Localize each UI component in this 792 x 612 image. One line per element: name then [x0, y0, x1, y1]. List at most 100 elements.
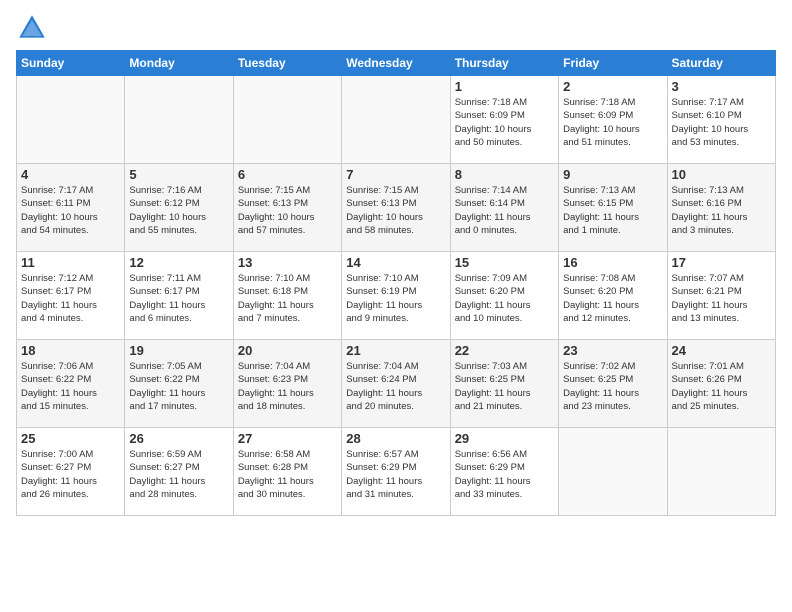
calendar-cell: 19 Sunrise: 7:05 AM Sunset: 6:22 PM Dayli… — [125, 340, 233, 428]
day-number: 25 — [21, 431, 120, 446]
day-info: Sunrise: 7:06 AM Sunset: 6:22 PM Dayligh… — [21, 360, 120, 413]
day-info: Sunrise: 7:09 AM Sunset: 6:20 PM Dayligh… — [455, 272, 554, 325]
day-number: 19 — [129, 343, 228, 358]
day-number: 15 — [455, 255, 554, 270]
calendar-header-sunday: Sunday — [17, 51, 125, 76]
calendar-header-thursday: Thursday — [450, 51, 558, 76]
day-number: 17 — [672, 255, 771, 270]
calendar-cell: 16 Sunrise: 7:08 AM Sunset: 6:20 PM Dayli… — [559, 252, 667, 340]
day-info: Sunrise: 7:00 AM Sunset: 6:27 PM Dayligh… — [21, 448, 120, 501]
calendar-cell: 4Sunrise: 7:17 AM Sunset: 6:11 PM Daylig… — [17, 164, 125, 252]
day-number: 22 — [455, 343, 554, 358]
day-number: 14 — [346, 255, 445, 270]
calendar-cell: 14Sunrise: 7:10 AM Sunset: 6:19 PM Dayli… — [342, 252, 450, 340]
day-info: Sunrise: 7:18 AM Sunset: 6:09 PM Dayligh… — [563, 96, 662, 149]
day-number: 5 — [129, 167, 228, 182]
day-number: 20 — [238, 343, 337, 358]
calendar-cell: 10 Sunrise: 7:13 AM Sunset: 6:16 PM Dayli… — [667, 164, 775, 252]
calendar-cell: 12 Sunrise: 7:11 AM Sunset: 6:17 PM Dayli… — [125, 252, 233, 340]
calendar-cell: 8 Sunrise: 7:14 AM Sunset: 6:14 PM Daylig… — [450, 164, 558, 252]
calendar-cell — [342, 76, 450, 164]
day-info: Sunrise: 7:12 AM Sunset: 6:17 PM Dayligh… — [21, 272, 120, 325]
day-number: 28 — [346, 431, 445, 446]
logo-icon — [16, 12, 48, 44]
day-info: Sunrise: 6:58 AM Sunset: 6:28 PM Dayligh… — [238, 448, 337, 501]
day-info: Sunrise: 7:15 AM Sunset: 6:13 PM Dayligh… — [346, 184, 445, 237]
calendar-cell: 25 Sunrise: 7:00 AM Sunset: 6:27 PM Dayli… — [17, 428, 125, 516]
day-number: 10 — [672, 167, 771, 182]
day-info: Sunrise: 7:13 AM Sunset: 6:15 PM Dayligh… — [563, 184, 662, 237]
day-number: 16 — [563, 255, 662, 270]
calendar-cell — [559, 428, 667, 516]
day-info: Sunrise: 7:13 AM Sunset: 6:16 PM Dayligh… — [672, 184, 771, 237]
calendar-cell: 2 Sunrise: 7:18 AM Sunset: 6:09 PM Daylig… — [559, 76, 667, 164]
day-number: 26 — [129, 431, 228, 446]
calendar-cell: 27Sunrise: 6:58 AM Sunset: 6:28 PM Dayli… — [233, 428, 341, 516]
calendar-header-friday: Friday — [559, 51, 667, 76]
day-info: Sunrise: 7:17 AM Sunset: 6:11 PM Dayligh… — [21, 184, 120, 237]
calendar-cell: 22 Sunrise: 7:03 AM Sunset: 6:25 PM Dayli… — [450, 340, 558, 428]
calendar-header-wednesday: Wednesday — [342, 51, 450, 76]
calendar-header-monday: Monday — [125, 51, 233, 76]
day-info: Sunrise: 7:14 AM Sunset: 6:14 PM Dayligh… — [455, 184, 554, 237]
day-number: 3 — [672, 79, 771, 94]
day-number: 21 — [346, 343, 445, 358]
day-info: Sunrise: 7:15 AM Sunset: 6:13 PM Dayligh… — [238, 184, 337, 237]
calendar-cell: 26 Sunrise: 6:59 AM Sunset: 6:27 PM Dayli… — [125, 428, 233, 516]
day-info: Sunrise: 7:16 AM Sunset: 6:12 PM Dayligh… — [129, 184, 228, 237]
calendar-week-3: 11 Sunrise: 7:12 AM Sunset: 6:17 PM Dayli… — [17, 252, 776, 340]
calendar-cell: 23 Sunrise: 7:02 AM Sunset: 6:25 PM Dayli… — [559, 340, 667, 428]
calendar-cell: 1Sunrise: 7:18 AM Sunset: 6:09 PM Daylig… — [450, 76, 558, 164]
day-info: Sunrise: 7:01 AM Sunset: 6:26 PM Dayligh… — [672, 360, 771, 413]
calendar: SundayMondayTuesdayWednesdayThursdayFrid… — [16, 50, 776, 516]
day-number: 23 — [563, 343, 662, 358]
logo — [16, 12, 50, 44]
day-info: Sunrise: 7:04 AM Sunset: 6:23 PM Dayligh… — [238, 360, 337, 413]
header — [16, 12, 776, 44]
calendar-week-5: 25 Sunrise: 7:00 AM Sunset: 6:27 PM Dayli… — [17, 428, 776, 516]
day-number: 8 — [455, 167, 554, 182]
day-info: Sunrise: 7:02 AM Sunset: 6:25 PM Dayligh… — [563, 360, 662, 413]
calendar-cell: 11 Sunrise: 7:12 AM Sunset: 6:17 PM Dayli… — [17, 252, 125, 340]
calendar-cell: 9 Sunrise: 7:13 AM Sunset: 6:15 PM Daylig… — [559, 164, 667, 252]
calendar-cell: 7 Sunrise: 7:15 AM Sunset: 6:13 PM Daylig… — [342, 164, 450, 252]
day-number: 18 — [21, 343, 120, 358]
calendar-cell: 24Sunrise: 7:01 AM Sunset: 6:26 PM Dayli… — [667, 340, 775, 428]
day-number: 6 — [238, 167, 337, 182]
calendar-cell: 6 Sunrise: 7:15 AM Sunset: 6:13 PM Daylig… — [233, 164, 341, 252]
day-number: 13 — [238, 255, 337, 270]
day-info: Sunrise: 7:10 AM Sunset: 6:18 PM Dayligh… — [238, 272, 337, 325]
day-info: Sunrise: 7:08 AM Sunset: 6:20 PM Dayligh… — [563, 272, 662, 325]
day-info: Sunrise: 6:56 AM Sunset: 6:29 PM Dayligh… — [455, 448, 554, 501]
calendar-cell — [125, 76, 233, 164]
calendar-cell: 21 Sunrise: 7:04 AM Sunset: 6:24 PM Dayli… — [342, 340, 450, 428]
calendar-cell: 18 Sunrise: 7:06 AM Sunset: 6:22 PM Dayli… — [17, 340, 125, 428]
day-number: 29 — [455, 431, 554, 446]
page: SundayMondayTuesdayWednesdayThursdayFrid… — [0, 0, 792, 612]
day-info: Sunrise: 7:11 AM Sunset: 6:17 PM Dayligh… — [129, 272, 228, 325]
day-info: Sunrise: 7:04 AM Sunset: 6:24 PM Dayligh… — [346, 360, 445, 413]
calendar-cell: 28Sunrise: 6:57 AM Sunset: 6:29 PM Dayli… — [342, 428, 450, 516]
calendar-cell — [17, 76, 125, 164]
calendar-cell: 3 Sunrise: 7:17 AM Sunset: 6:10 PM Daylig… — [667, 76, 775, 164]
day-info: Sunrise: 7:17 AM Sunset: 6:10 PM Dayligh… — [672, 96, 771, 149]
day-info: Sunrise: 7:05 AM Sunset: 6:22 PM Dayligh… — [129, 360, 228, 413]
calendar-header-row: SundayMondayTuesdayWednesdayThursdayFrid… — [17, 51, 776, 76]
day-info: Sunrise: 7:07 AM Sunset: 6:21 PM Dayligh… — [672, 272, 771, 325]
calendar-cell: 13 Sunrise: 7:10 AM Sunset: 6:18 PM Dayli… — [233, 252, 341, 340]
day-number: 9 — [563, 167, 662, 182]
day-number: 2 — [563, 79, 662, 94]
calendar-cell: 5 Sunrise: 7:16 AM Sunset: 6:12 PM Daylig… — [125, 164, 233, 252]
calendar-week-2: 4Sunrise: 7:17 AM Sunset: 6:11 PM Daylig… — [17, 164, 776, 252]
day-number: 11 — [21, 255, 120, 270]
day-number: 7 — [346, 167, 445, 182]
day-number: 12 — [129, 255, 228, 270]
day-info: Sunrise: 6:59 AM Sunset: 6:27 PM Dayligh… — [129, 448, 228, 501]
calendar-week-1: 1 Sunrise: 7:18 AM Sunset: 6:09 PM Daylig… — [17, 76, 776, 164]
day-number: 1 — [455, 79, 554, 94]
day-info: Sunrise: 7:03 AM Sunset: 6:25 PM Dayligh… — [455, 360, 554, 413]
calendar-header-saturday: Saturday — [667, 51, 775, 76]
calendar-cell: 29 Sunrise: 6:56 AM Sunset: 6:29 PM Dayli… — [450, 428, 558, 516]
calendar-header-tuesday: Tuesday — [233, 51, 341, 76]
calendar-week-4: 18 Sunrise: 7:06 AM Sunset: 6:22 PM Dayli… — [17, 340, 776, 428]
